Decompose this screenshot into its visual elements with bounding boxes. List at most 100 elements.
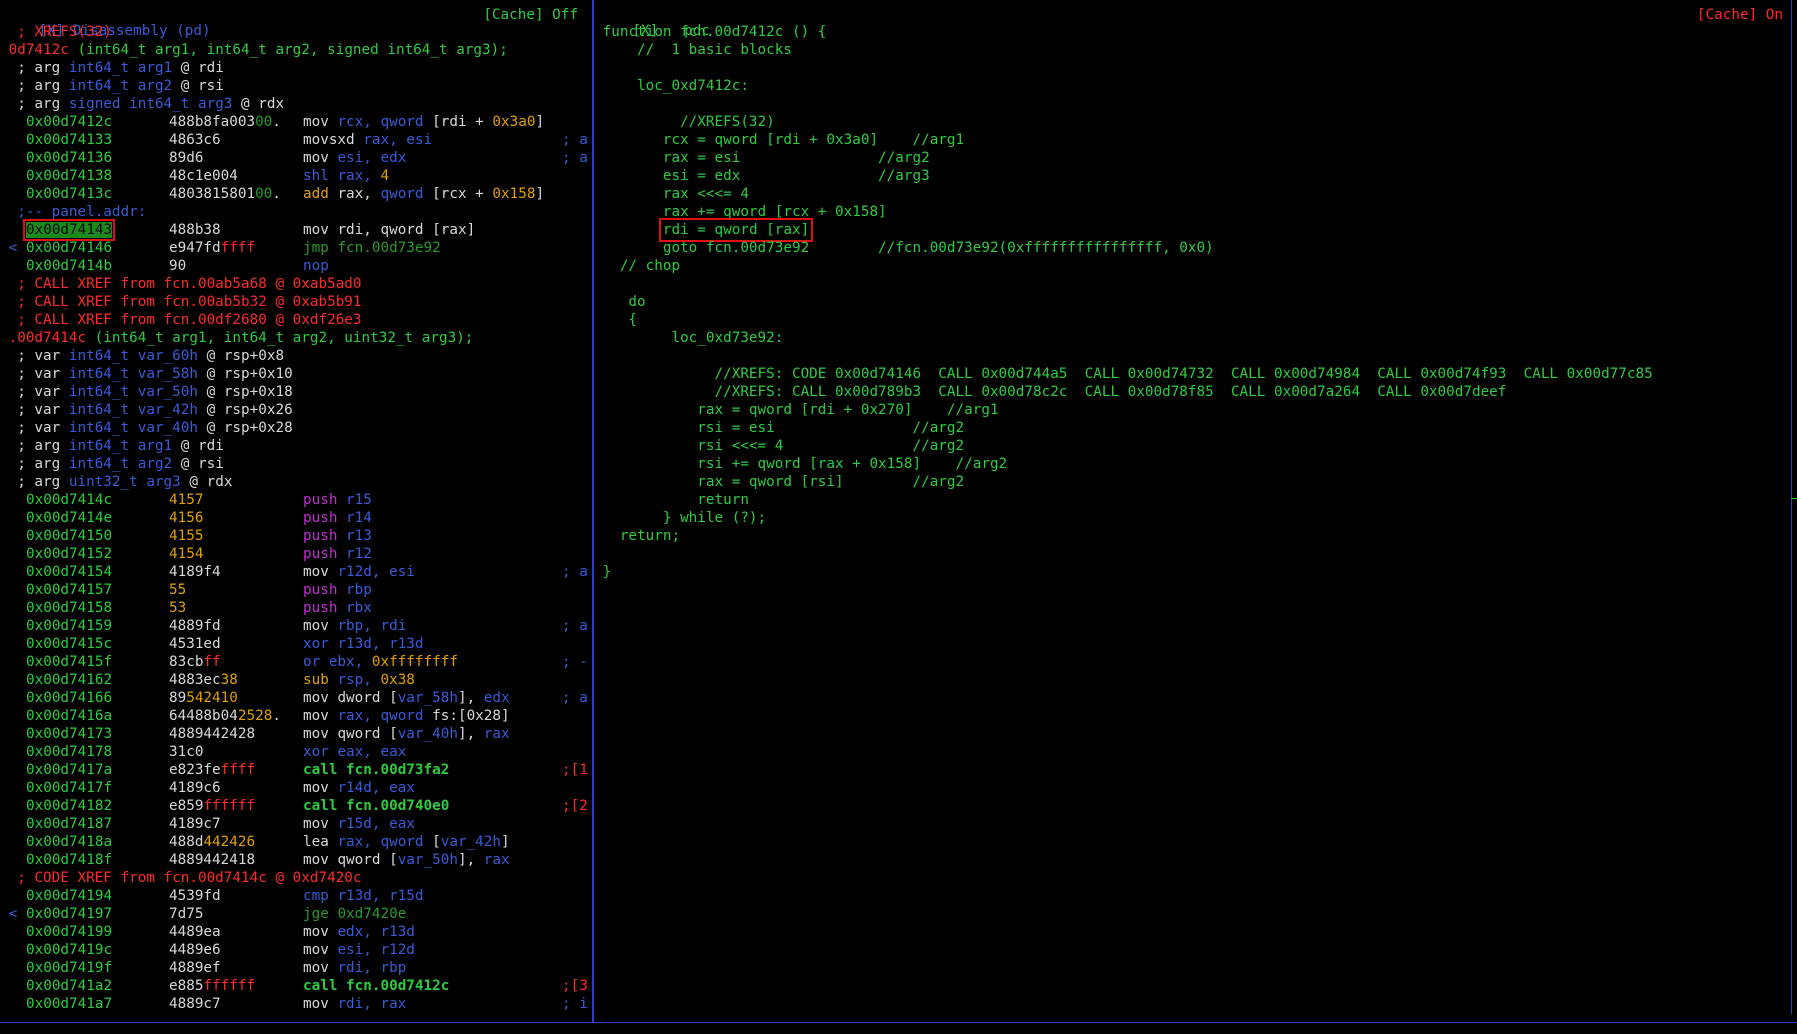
cache-status-right[interactable]: [Cache] On [1697, 7, 1783, 23]
var-arg-line[interactable]: ; var int64_t var_40h @ rsp+0x28 [0, 419, 592, 437]
comment-line[interactable]: ;-- panel.addr: [0, 203, 592, 221]
var-arg-line[interactable]: ; arg int64_t arg1 @ rdi [0, 59, 592, 77]
pseudocode-line[interactable]: return; [594, 527, 1797, 545]
pseudocode-line[interactable]: loc_0xd7412c: [594, 77, 1797, 95]
opcode-token: fcn.00d740e0 [346, 798, 450, 814]
instruction-row[interactable]: 0x00d74194 4539fd cmp r13d, r15d [0, 887, 592, 905]
instruction-row[interactable]: 0x00d7417a e823feffff call fcn.00d73fa2 ;[1 [0, 761, 592, 779]
instruction-row[interactable]: 0x00d7418a 488d442426 lea rax, qword [var_… [0, 833, 592, 851]
var-arg-line[interactable]: ; var int64_t var_60h @ rsp+0x8 [0, 347, 592, 365]
instruction-row[interactable]: 0x00d7419f 4889ef mov rdi, rbp [0, 959, 592, 977]
instruction-row[interactable]: 0x00d74152 4154 push r12 [0, 545, 592, 563]
pseudocode-line[interactable]: rdi = qword [rax] [594, 218, 1797, 242]
pseudocode-line[interactable]: { [594, 311, 1797, 329]
opcode-token: xor [303, 744, 338, 760]
comment-line[interactable]: ; CALL XREF from fcn.00ab5a68 @ 0xab5ad0 [0, 275, 592, 293]
decompiler-listing: function fcn.00d7412c () { // 1 basic bl… [594, 23, 1797, 581]
instruction-row[interactable]: <0x00d74146 e947fdffff jmp fcn.00d73e92 [0, 239, 592, 257]
instruction-row[interactable]: 0x00d74182 e859ffffff call fcn.00d740e0 ;[2 [0, 797, 592, 815]
var-arg-line[interactable]: ; arg uint32_t arg3 @ rdx [0, 473, 592, 491]
var-arg-line[interactable]: ; arg int64_t arg2 @ rsi [0, 77, 592, 95]
instruction-row[interactable]: 0x00d74162 4883ec38 sub rsp, 0x38 [0, 671, 592, 689]
var-kind: ; var [0, 348, 69, 364]
instruction-row[interactable]: 0x00d74159 4889fd mov rbp, rdi ; a [0, 617, 592, 635]
instruction-row[interactable]: 0x00d7413c 480381580100. add rax, qword [r… [0, 185, 592, 203]
instruction-row[interactable]: 0x00d74138 48c1e004 shl rax, 4 [0, 167, 592, 185]
pseudocode-line[interactable]: esi = edx //arg3 [594, 167, 1797, 185]
instruction-row[interactable]: 0x00d74136 89d6 mov esi, edx ; a [0, 149, 592, 167]
var-type: int64_t var_40h [68, 420, 198, 436]
comment-line[interactable]: ; XREFS(32) [0, 23, 592, 41]
comment-line[interactable]: ; CALL XREF from fcn.00ab5b32 @ 0xab5b91 [0, 293, 592, 311]
instruction-row[interactable]: 0x00d7412c 488b8fa00300. mov rcx, qword [r… [0, 113, 592, 131]
instruction-row[interactable]: 0x00d74199 4489ea mov edx, r13d [0, 923, 592, 941]
pseudocode-line[interactable]: rax += qword [rcx + 0x158] [594, 203, 1797, 221]
pseudocode-line[interactable]: function fcn.00d7412c () { [594, 23, 1797, 41]
pseudocode-line[interactable] [594, 275, 1797, 293]
pseudocode-line[interactable]: rax = qword [rsi] //arg2 [594, 473, 1797, 491]
var-arg-line[interactable]: ; var int64_t var_42h @ rsp+0x26 [0, 401, 592, 419]
comment-line[interactable]: ; CODE XREF from fcn.00d7414c @ 0xd7420c [0, 869, 592, 887]
cache-status-left[interactable]: [Cache] Off [483, 7, 578, 23]
var-arg-line[interactable]: ; arg int64_t arg1 @ rdi [0, 437, 592, 455]
instruction-row[interactable]: 0x00d7415f 83cbff or ebx, 0xffffffff; - [0, 653, 592, 671]
instruction-row[interactable]: 0x00d74178 31c0 xor eax, eax [0, 743, 592, 761]
comment-line[interactable]: ; CALL XREF from fcn.00df2680 @ 0xdf26e3 [0, 311, 592, 329]
pseudocode-line[interactable]: loc_0xd73e92: [594, 329, 1797, 347]
instruction-row[interactable]: 0x00d74154 4189f4 mov r12d, esi ; a [0, 563, 592, 581]
pseudocode-line[interactable] [594, 347, 1797, 365]
instruction-row[interactable]: 0x00d74158 53 push rbx [0, 599, 592, 617]
pseudocode-line[interactable]: // chop [594, 257, 1797, 275]
instruction-row[interactable]: <0x00d74197 7d75 jge 0xd7420e [0, 905, 592, 923]
instruction-row[interactable]: 0x00d7414e 4156 push r14 [0, 509, 592, 527]
instruction-row[interactable]: 0x00d74157 55 push rbp [0, 581, 592, 599]
pseudocode-line[interactable] [594, 545, 1797, 563]
pseudocode-line[interactable]: rax = qword [rdi + 0x270] //arg1 [594, 401, 1797, 419]
pseudocode-line[interactable]: return [594, 491, 1797, 509]
disassembly-panel[interactable]: [X] Disassembly (pd) [Cache] Off ; XREFS… [0, 0, 594, 1022]
byte-chunk: ffff [220, 240, 256, 256]
var-arg-line[interactable]: ; arg signed int64_t arg3 @ rdx [0, 95, 592, 113]
var-arg-line[interactable]: ; var int64_t var_58h @ rsp+0x10 [0, 365, 592, 383]
pseudocode-line[interactable]: } while (?); [594, 509, 1797, 527]
pseudocode-line[interactable]: rsi = esi //arg2 [594, 419, 1797, 437]
pseudocode-line[interactable]: //XREFS(32) [594, 113, 1797, 131]
pseudocode-line[interactable]: do [594, 293, 1797, 311]
instruction-row[interactable]: 0x00d7418f 4889442418 mov qword [var_50h],… [0, 851, 592, 869]
pseudocode-line[interactable]: //XREFS: CODE 0x00d74146 CALL 0x00d744a5… [594, 365, 1797, 383]
pseudocode-line[interactable]: rsi <<<= 4 //arg2 [594, 437, 1797, 455]
instruction-row[interactable]: 0x00d7415c 4531ed xor r13d, r13d [0, 635, 592, 653]
instruction-row[interactable]: 0x00d741a7 4889c7 mov rdi, rax ; i [0, 995, 592, 1013]
pseudocode-line[interactable]: rax <<<= 4 [594, 185, 1797, 203]
address-cell: 0x00d74178 [26, 743, 169, 761]
pseudocode-line[interactable] [594, 59, 1797, 77]
pseudocode-line[interactable]: //XREFS: CALL 0x00d789b3 CALL 0x00d78c2c… [594, 383, 1797, 401]
instruction-row[interactable]: 0x00d7417f 4189c6 mov r14d, eax [0, 779, 592, 797]
instruction-row[interactable]: 0x00d7414b 90 nop [0, 257, 592, 275]
byte-chunk: 488d [169, 834, 204, 850]
instruction-row[interactable]: 0x00d74166 89542410 mov dword [var_58h], e… [0, 689, 592, 707]
instruction-row[interactable]: 0x00d74143 488b38 mov rdi, qword [rax] [0, 219, 592, 241]
function-signature[interactable]: 0d7412c (int64_t arg1, int64_t arg2, sig… [0, 41, 592, 59]
var-arg-line[interactable]: ; var int64_t var_50h @ rsp+0x18 [0, 383, 592, 401]
var-arg-line[interactable]: ; arg int64_t arg2 @ rsi [0, 455, 592, 473]
pseudocode-line[interactable]: } [594, 563, 1797, 581]
instruction-row[interactable]: 0x00d74187 4189c7 mov r15d, eax [0, 815, 592, 833]
instruction-row[interactable]: 0x00d7419c 4489e6 mov esi, r12d [0, 941, 592, 959]
pseudocode-line[interactable]: // 1 basic blocks [594, 41, 1797, 59]
instruction-row[interactable]: 0x00d74173 4889442428 mov qword [var_40h],… [0, 725, 592, 743]
pseudocode-line[interactable]: rax = esi //arg2 [594, 149, 1797, 167]
instruction-row[interactable]: 0x00d74133 4863c6 movsxd rax, esi ; a [0, 131, 592, 149]
decompiler-panel[interactable]: [X] pdc [Cache] On function fcn.00d7412c… [594, 0, 1797, 1022]
instruction-row[interactable]: 0x00d74150 4155 push r13 [0, 527, 592, 545]
instruction-row[interactable]: 0x00d7414c 4157 push r15 [0, 491, 592, 509]
pseudocode-line[interactable]: rcx = qword [rdi + 0x3a0] //arg1 [594, 131, 1797, 149]
opcode-token: fcn.00d73e92 [337, 240, 441, 256]
pseudocode-line[interactable]: rsi += qword [rax + 0x158] //arg2 [594, 455, 1797, 473]
pseudocode-text: loc_0xd73e92: [594, 330, 784, 346]
pseudocode-line[interactable]: goto fcn.00d73e92 //fcn.00d73e92(0xfffff… [594, 239, 1797, 257]
instruction-row[interactable]: 0x00d741a2 e885ffffff call fcn.00d7412c ;[3 [0, 977, 592, 995]
instruction-row[interactable]: 0x00d7416a 64488b042528. mov rax, qword fs… [0, 707, 592, 725]
function-signature[interactable]: .00d7414c (int64_t arg1, int64_t arg2, u… [0, 329, 592, 347]
pseudocode-line[interactable] [594, 95, 1797, 113]
